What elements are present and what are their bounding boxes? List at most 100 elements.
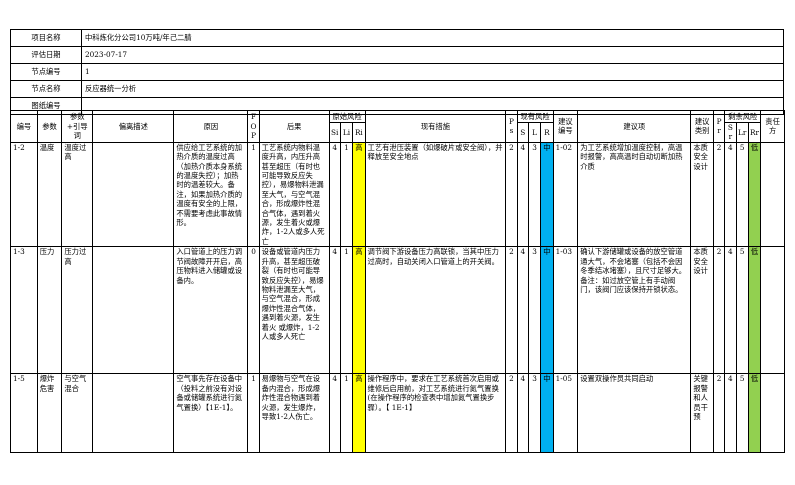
row-ri: 高 [352,246,366,375]
header-consequence: 后果 [258,110,330,143]
row-ri: 高 [352,373,366,454]
row-deviation [92,246,175,375]
header-r: R [540,122,554,143]
table-row: 1-2 温度 温度过高 供应给工艺系统的加热介质的温度过高（加热介质本身系统的温度失控… [10,141,785,248]
row-no: 1-2 [10,141,38,248]
header-rr: Rr [747,122,762,143]
header-ri: Ri [352,122,366,143]
row-rec-type: 关键报警和人员干预 [690,373,714,454]
row-owner [760,246,785,375]
header-residual-risk: 剩余风险 [724,110,762,123]
row-rr: 低 [747,246,762,375]
row-rec-no: 1-02 [552,141,579,248]
table-row: 1-3 压力 压力过高 入口管道上的压力调节阀故障开开启，高压物料进入储罐或设备内。 0… [10,246,785,375]
header-owner: 责任方 [760,110,785,143]
header-measures: 现有措施 [364,110,507,143]
row-pr: 2 [712,141,726,248]
row-consequence: 工艺系统内物料温度升高，内压升高甚至超压（有时也可能导致反应失控），易爆物料泄漏… [258,141,330,248]
row-s: 4 [516,141,529,248]
row-fop: 1 [247,141,260,248]
row-fop: 1 [247,373,260,454]
row-sr: 4 [724,141,737,248]
info-label: 节点编号 [10,63,82,81]
header-l: L [527,122,542,143]
info-row: 项目名称 中科炼化分公司10万吨/年己二腈 [10,29,784,47]
info-row: 节点名称 反应器统一分析 [10,80,784,98]
row-l: 3 [527,246,542,375]
row-rec-type: 本质安全设计 [690,141,714,248]
info-row: 节点编号 1 [10,63,784,81]
row-pr: 2 [712,373,726,454]
row-l: 3 [527,373,542,454]
info-label: 节点名称 [10,80,82,98]
header-li: Li [339,122,354,143]
row-rr: 低 [747,373,762,454]
row-param: 温度 [36,141,63,248]
header-original-risk: 原始风险 [328,110,366,123]
row-cause: 入口管道上的压力调节阀故障开开启，高压物料进入储罐或设备内。 [173,246,249,375]
header-lr: Lr [735,122,749,143]
row-r: 中 [540,373,554,454]
info-value: 反应器统一分析 [81,80,784,98]
info-label: 项目名称 [10,29,82,47]
header-no: 编号 [10,110,38,143]
info-value: 2023-07-17 [81,46,784,64]
row-param: 爆炸危害 [36,373,63,454]
row-rec-no: 1-03 [552,246,579,375]
row-si: 4 [328,373,341,454]
row-guideword: 与空气混合 [61,373,94,454]
row-r: 中 [540,141,554,248]
row-cause: 供应给工艺系统的加热介质的温度过高（加热介质本身系统的温度失控）；加热时的温差较… [173,141,249,248]
row-no: 1-5 [10,373,38,454]
row-deviation [92,373,175,454]
row-ps: 2 [505,141,518,248]
row-li: 1 [339,373,354,454]
header-rec-type: 建议类别 [690,110,714,143]
row-rec-type: 本质安全设计 [690,246,714,375]
row-li: 1 [339,141,354,248]
row-pr: 2 [712,246,726,375]
row-guideword: 温度过高 [61,141,94,248]
row-lr: 5 [735,373,749,454]
row-rec-no: 1-05 [552,373,579,454]
hazop-worksheet-table: 编号 参数 参数+引导词 偏离描述 原因 FOP 后果 原始风险 现有措施 Ps… [10,110,785,454]
row-si: 4 [328,246,341,375]
info-value: 中科炼化分公司10万吨/年己二腈 [81,29,784,47]
row-cause: 空气事先存在设备中（投料之前没有对设备或储罐系统进行氮气置换）【1E-1】。 [173,373,249,454]
header-rec-no: 建议编号 [552,110,579,143]
row-s: 4 [516,373,529,454]
row-si: 4 [328,141,341,248]
row-ps: 2 [505,246,518,375]
header-si: Si [328,122,341,143]
header-fop: FOP [247,110,260,143]
row-no: 1-3 [10,246,38,375]
row-param: 压力 [36,246,63,375]
header-pr: Pr [712,110,726,143]
row-rec: 确认下游储罐或设备的放空管道通大气，不会堵塞（包括不会因冬季结冰堵塞），且尺寸足… [577,246,692,375]
row-guideword: 压力过高 [61,246,94,375]
row-measures: 操作程序中，要求在工艺系统首次启用或维修后启用前，对工艺系统进行氮气置换(在操作… [364,373,507,454]
header-current-risk: 现有风险 [516,110,554,123]
table-row: 1-5 爆炸危害 与空气混合 空气事先存在设备中（投料之前没有对设备或储罐系统进行氮气… [10,373,785,454]
row-s: 4 [516,246,529,375]
row-consequence: 易爆物与空气在设备内混合，形成爆炸性混合物遇到着火源，发生爆炸，导致1-2人伤亡… [258,373,330,454]
row-owner [760,141,785,248]
header-s: S [516,122,529,143]
row-rec: 设置双操作员共同启动 [577,373,692,454]
header-guideword: 参数+引导词 [61,110,94,143]
row-consequence: 设备或管道内压力升高，甚至超压破裂（有时也可能导致反应失控），易爆物料泄漏至大气… [258,246,330,375]
row-lr: 5 [735,141,749,248]
row-rr: 低 [747,141,762,248]
row-rec: 为工艺系统增加温度控制，高温时报警，高高温时自动切断加热介质 [577,141,692,248]
header-rec: 建议项 [577,110,692,143]
header-ps: Ps [505,110,518,143]
row-fop: 0 [247,246,260,375]
row-lr: 5 [735,246,749,375]
info-label: 评估日期 [10,46,82,64]
info-value: 1 [81,63,784,81]
row-deviation [92,141,175,248]
row-r: 中 [540,246,554,375]
row-measures: 调节阀下游设备压力高联锁，当其中压力过高时，自动关闭入口管道上的开关阀。 [364,246,507,375]
project-info-table: 项目名称 中科炼化分公司10万吨/年己二腈 评估日期 2023-07-17 节点编号 1 节… [10,29,784,115]
row-sr: 4 [724,373,737,454]
